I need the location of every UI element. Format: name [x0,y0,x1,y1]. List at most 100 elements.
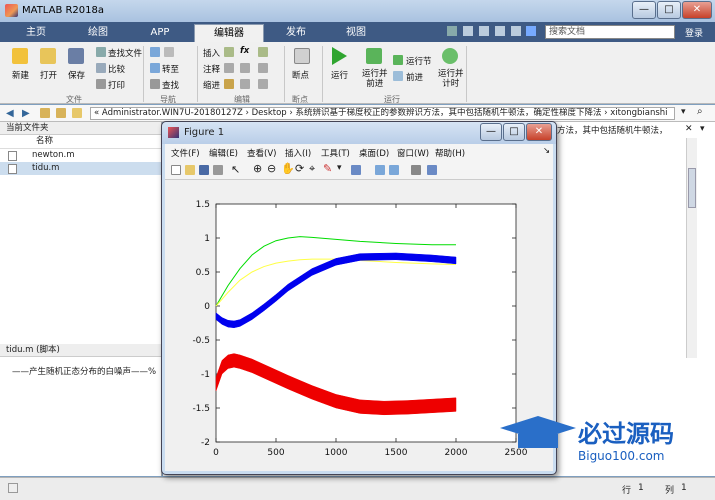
copy-icon[interactable] [478,26,489,36]
run-button[interactable]: 运行 [331,69,348,81]
editor-tab-label[interactable]: 方法，其中包括随机牛顿法， [557,124,681,136]
tab-view[interactable]: 视图 [328,24,384,42]
help-icon[interactable] [526,26,537,36]
menu-tools[interactable]: 工具(T) [321,147,350,159]
find-files-button[interactable]: 查找文件 [108,47,142,59]
comment-button[interactable]: 注释 [203,63,220,75]
y-tick-label: -1.5 [192,404,210,414]
run-and-time-button[interactable]: 运行并 计时 [438,69,464,89]
maximize-button[interactable]: □ [657,1,681,19]
menu-edit[interactable]: 编辑(E) [209,147,238,159]
print-button[interactable]: 打印 [108,79,125,91]
run-section-button[interactable]: 运行节 [406,55,432,67]
pointer-icon[interactable]: ↖ [231,163,240,176]
editor-scrollbar[interactable] [686,138,697,358]
format-icon[interactable] [258,47,268,57]
menu-desktop[interactable]: 桌面(D) [359,147,389,159]
cut-icon[interactable] [462,26,473,36]
forward-arrow-icon[interactable] [164,47,174,57]
figure-close-button[interactable]: ✕ [526,123,552,141]
data-cursor-icon[interactable]: ⌖ [309,162,315,176]
rotate-icon[interactable]: ⟳ [295,162,304,175]
print-figure-icon[interactable] [213,165,223,175]
search-documentation-input[interactable]: 搜索文档 [545,25,675,39]
current-folder-path[interactable]: « Administrator.WIN7U-20180127Z › Deskto… [90,107,675,120]
minimize-button[interactable]: — [632,1,656,19]
back-icon[interactable]: ◀ [6,108,14,119]
tab-home[interactable]: 主页 [8,24,64,42]
insert-button[interactable]: 插入 [203,47,220,59]
insert-legend-icon[interactable] [389,165,399,175]
brush-icon[interactable]: ✎ [323,162,332,175]
breakpoints-button[interactable]: 断点 [292,69,309,81]
hide-plot-tools-icon[interactable] [411,165,421,175]
name-column-header[interactable]: 名称 [0,135,161,149]
tab-editor[interactable]: 编辑器 [194,24,264,42]
link-plot-icon[interactable] [351,165,361,175]
login-link[interactable]: 登录 [685,26,703,39]
save-disk-icon[interactable] [68,48,84,64]
new-icon[interactable] [12,48,28,64]
figure-maximize-button[interactable]: □ [503,123,525,141]
percent-comment-icon[interactable] [224,63,234,73]
file-row[interactable]: newton.m [0,149,161,162]
run-advance-button[interactable]: 运行并 前进 [362,69,388,89]
goto-button[interactable]: 转至 [162,63,179,75]
zoom-in-icon[interactable]: ⊕ [253,162,262,175]
open-button[interactable]: 打开 [40,69,57,81]
new-figure-icon[interactable] [171,165,181,175]
open-folder-icon[interactable] [40,48,56,64]
save-figure-icon[interactable] [199,165,209,175]
decrease-indent-icon[interactable] [258,79,268,89]
menu-window[interactable]: 窗口(W) [397,147,429,159]
figure-minimize-button[interactable]: — [480,123,502,141]
menu-view[interactable]: 查看(V) [247,147,276,159]
uncomment-icon[interactable] [258,63,268,73]
file-row-selected[interactable]: tidu.m [0,162,161,175]
increase-indent-icon[interactable] [240,79,250,89]
status-icon [8,483,18,493]
undo-icon[interactable] [494,26,505,36]
browse-folder-icon[interactable] [56,108,66,118]
menu-help[interactable]: 帮助(H) [435,147,465,159]
menu-file[interactable]: 文件(F) [171,147,200,159]
brush-dropdown-icon[interactable]: ▾ [337,163,342,173]
save-button[interactable]: 保存 [68,69,85,81]
indent-button[interactable]: 缩进 [203,79,220,91]
compare-button[interactable]: 比较 [108,63,125,75]
wrap-comment-icon[interactable] [240,63,250,73]
run-icon[interactable] [332,47,347,65]
run-advance-icon[interactable] [366,48,382,64]
new-button[interactable]: 新建 [12,69,29,81]
open-file-icon[interactable] [185,165,195,175]
run-and-time-icon[interactable] [442,48,458,64]
tab-apps[interactable]: APP [132,24,188,42]
menu-insert[interactable]: 插入(I) [285,147,311,159]
redo-icon[interactable] [510,26,521,36]
insert-section-icon[interactable] [224,47,234,57]
close-button[interactable]: ✕ [682,1,712,19]
insert-colorbar-icon[interactable] [375,165,385,175]
advance-button[interactable]: 前进 [406,71,423,83]
scrollbar-thumb[interactable] [688,168,696,208]
forward-icon[interactable]: ▶ [22,108,30,119]
find-button[interactable]: 查找 [162,79,179,91]
menu-dock-icon[interactable]: ↘ [543,146,550,156]
smart-indent-icon[interactable] [224,79,234,89]
search-folder-icon[interactable]: ⌕ [697,106,703,117]
tab-plots[interactable]: 绘图 [68,24,128,42]
path-dropdown-icon[interactable]: ▾ [681,107,686,117]
y-tick-label: -2 [201,438,210,448]
insert-function-button[interactable]: fx [240,46,249,56]
pan-icon[interactable]: ✋ [281,162,295,175]
up-folder-icon[interactable] [40,108,50,118]
show-plot-tools-icon[interactable] [427,165,437,175]
back-arrow-icon[interactable] [150,47,160,57]
save-icon[interactable] [447,26,457,36]
breakpoints-icon[interactable] [294,48,310,64]
editor-close-icon[interactable]: ✕ [685,124,693,134]
tab-publish[interactable]: 发布 [268,24,324,42]
editor-menu-icon[interactable]: ▾ [700,124,705,134]
zoom-out-icon[interactable]: ⊖ [267,162,276,175]
print-icon [96,79,106,89]
